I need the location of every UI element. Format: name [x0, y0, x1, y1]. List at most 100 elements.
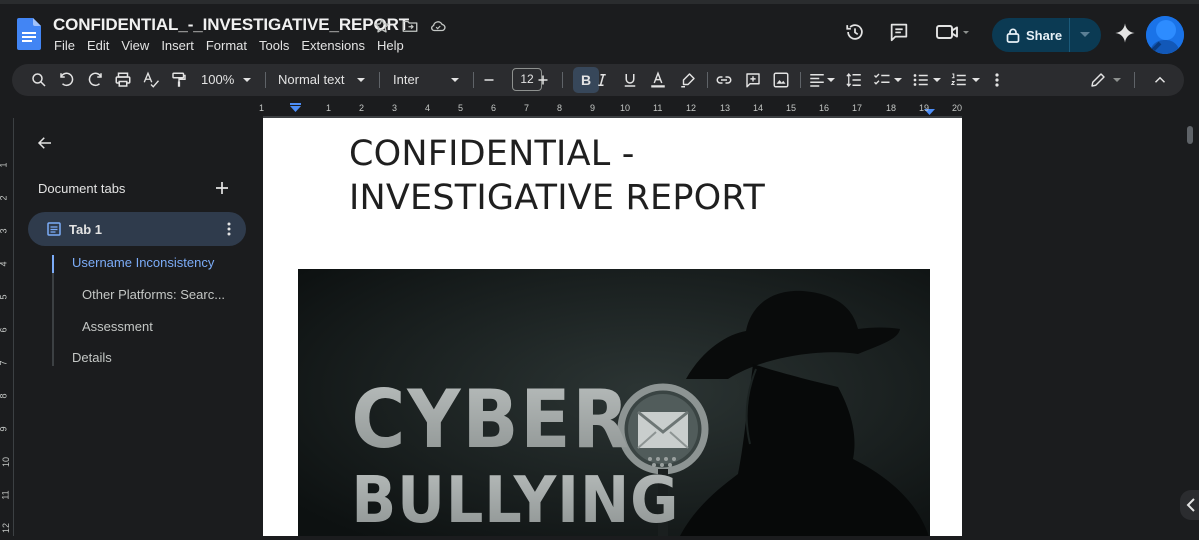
menu-extensions[interactable]: Extensions: [295, 38, 371, 54]
document-tabs-heading: Document tabs: [38, 181, 126, 196]
ruler-number: 9: [0, 426, 9, 431]
gemini-icon[interactable]: [1114, 22, 1136, 44]
document-page[interactable]: CONFIDENTIAL - INVESTIGATIVE REPORT CYBE…: [263, 118, 962, 540]
side-panel-toggle[interactable]: [1180, 490, 1199, 520]
share-dropdown[interactable]: [1070, 32, 1100, 38]
document-title[interactable]: CONFIDENTIAL_-_INVESTIGATIVE_REPORT: [53, 15, 409, 35]
star-icon[interactable]: [373, 17, 391, 35]
horizontal-ruler[interactable]: 1 1 2 3 4 5 6 7 8 9 10 11 12 13 14 15 16…: [0, 100, 1199, 118]
document-outline-sidebar: Document tabs Tab 1 Username Inconsisten…: [15, 118, 263, 540]
search-menus-icon[interactable]: [30, 71, 48, 89]
menu-help[interactable]: Help: [371, 38, 410, 54]
title-bar: CONFIDENTIAL_-_INVESTIGATIVE_REPORT File…: [0, 4, 1199, 60]
redo-icon[interactable]: [86, 71, 104, 89]
zoom-select[interactable]: 100%: [201, 72, 234, 87]
font-select[interactable]: Inter: [393, 72, 419, 87]
ruler-number: 17: [852, 103, 863, 113]
numbered-chevron-down-icon[interactable]: [970, 71, 982, 89]
lock-icon: [1006, 28, 1020, 43]
decrease-font-size-icon[interactable]: [480, 71, 498, 89]
chevron-down-icon: [1080, 32, 1090, 37]
ruler-number: 4: [425, 103, 431, 113]
text-color-icon[interactable]: [649, 71, 667, 89]
insert-link-icon[interactable]: [715, 71, 733, 89]
more-options-icon[interactable]: [991, 71, 1003, 89]
ruler-number: 19: [919, 103, 930, 113]
ruler-number: 2: [0, 195, 9, 200]
menu-edit[interactable]: Edit: [81, 38, 115, 54]
toolbar-divider: [800, 72, 801, 88]
taskbar-edge: [0, 536, 1199, 540]
share-button[interactable]: Share: [992, 18, 1101, 52]
share-main[interactable]: Share: [992, 18, 1070, 52]
hide-menus-chevron-up-icon[interactable]: [1151, 71, 1169, 89]
print-icon[interactable]: [114, 71, 132, 89]
outline-item-assessment[interactable]: Assessment: [82, 319, 153, 334]
align-icon[interactable]: [808, 71, 826, 89]
spellcheck-icon[interactable]: [142, 71, 160, 89]
move-folder-icon[interactable]: [401, 17, 419, 35]
ruler-number: 16: [819, 103, 830, 113]
ruler-number: 5: [458, 103, 464, 113]
outline-item-username-inconsistency[interactable]: Username Inconsistency: [72, 255, 214, 270]
close-sidebar-arrow-icon[interactable]: [36, 134, 54, 152]
ruler-number: 20: [952, 103, 963, 113]
docs-app: CONFIDENTIAL_-_INVESTIGATIVE_REPORT File…: [0, 0, 1199, 540]
bullets-chevron-down-icon[interactable]: [931, 71, 943, 89]
comments-icon[interactable]: [888, 21, 910, 43]
bulleted-list-icon[interactable]: [912, 71, 930, 89]
zoom-chevron-down-icon[interactable]: [241, 71, 253, 89]
cover-image[interactable]: CYBER BULLYING: [298, 269, 930, 540]
checklist-icon[interactable]: [873, 71, 891, 89]
ruler-number: 13: [720, 103, 731, 113]
version-history-icon[interactable]: [844, 21, 866, 43]
highlight-color-icon[interactable]: [679, 71, 697, 89]
add-tab-plus-icon[interactable]: [215, 181, 229, 195]
editing-mode-pencil-icon[interactable]: [1089, 71, 1107, 89]
line-spacing-icon[interactable]: [845, 71, 863, 89]
cloud-status-icon[interactable]: [429, 17, 447, 35]
ruler-number: 11: [0, 490, 11, 500]
ruler-number: 6: [491, 103, 497, 113]
docs-logo-icon[interactable]: [17, 18, 41, 50]
menu-view[interactable]: View: [115, 38, 155, 54]
insert-image-icon[interactable]: [772, 71, 790, 89]
numbered-list-icon[interactable]: [950, 71, 968, 89]
font-chevron-down-icon[interactable]: [449, 71, 461, 89]
ruler-marks: [263, 103, 962, 118]
tab-options-icon[interactable]: [221, 221, 237, 237]
menu-insert[interactable]: Insert: [155, 38, 200, 54]
outline-item-details[interactable]: Details: [72, 350, 112, 365]
account-avatar[interactable]: [1146, 16, 1184, 54]
mode-chevron-down-icon[interactable]: [1111, 71, 1123, 89]
ruler-number: 6: [0, 327, 9, 332]
toolbar-divider: [265, 72, 266, 88]
style-select[interactable]: Normal text: [278, 72, 344, 87]
undo-icon[interactable]: [58, 71, 76, 89]
increase-font-size-icon[interactable]: [534, 71, 552, 89]
ruler-number: 7: [0, 360, 9, 365]
ruler-number: 2: [359, 103, 365, 113]
align-chevron-down-icon[interactable]: [825, 71, 837, 89]
paint-format-icon[interactable]: [170, 71, 188, 89]
outline-item-other-platforms[interactable]: Other Platforms: Searc...: [82, 287, 225, 302]
document-heading[interactable]: CONFIDENTIAL - INVESTIGATIVE REPORT: [349, 132, 829, 220]
underline-icon[interactable]: [621, 71, 639, 89]
add-comment-icon[interactable]: [744, 71, 762, 89]
menu-tools[interactable]: Tools: [253, 38, 295, 54]
style-chevron-down-icon[interactable]: [355, 71, 367, 89]
vertical-scrollbar[interactable]: [1187, 126, 1193, 144]
vertical-ruler[interactable]: 1 2 3 4 5 6 7 8 9 10 11 12: [0, 118, 14, 540]
meet-icon[interactable]: [936, 21, 970, 43]
menu-file[interactable]: File: [48, 38, 81, 54]
menu-format[interactable]: Format: [200, 38, 253, 54]
ruler-number: 5: [0, 294, 9, 299]
ruler-number: 3: [392, 103, 398, 113]
ruler-number: 12: [1, 522, 12, 534]
chevron-left-icon: [1186, 498, 1195, 512]
tab-1-label: Tab 1: [69, 222, 102, 237]
tab-1[interactable]: Tab 1: [28, 212, 246, 246]
checklist-chevron-down-icon[interactable]: [892, 71, 904, 89]
ruler-number: 1: [326, 103, 332, 113]
italic-icon[interactable]: [593, 71, 611, 89]
